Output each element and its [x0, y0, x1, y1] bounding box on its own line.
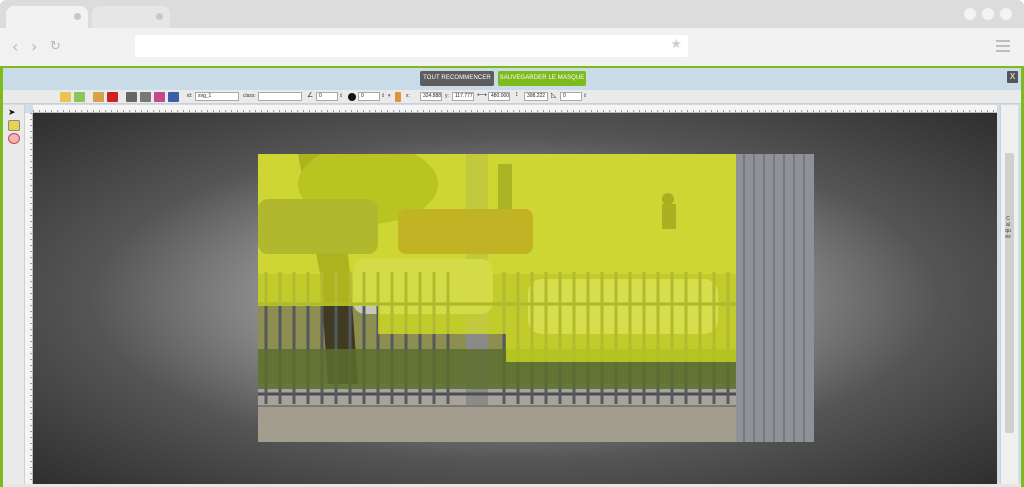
x-input[interactable]: 324.888 [420, 92, 442, 101]
y-label: y: [445, 93, 449, 99]
opacity-icon [395, 92, 401, 102]
browser-chrome: ‹ › ↻ ★ [0, 0, 1024, 66]
window-minimize-icon[interactable] [964, 8, 976, 20]
corner-icon: ◺ [551, 92, 557, 99]
back-icon[interactable]: ‹ [12, 37, 18, 57]
angle-icon: ∠ [307, 92, 314, 99]
browser-tab-active[interactable] [6, 6, 88, 28]
blur-icon [348, 93, 356, 101]
save-mask-button[interactable]: SAUVEGARDER LE MASQUE [498, 71, 586, 86]
editor-topbar: TOUT RECOMMENCER SAUVEGARDER LE MASQUE X [3, 68, 1021, 90]
width-input[interactable]: 480.000 [488, 92, 510, 101]
ellipse-tool-icon[interactable] [8, 133, 20, 144]
bring-front-icon[interactable] [154, 92, 165, 102]
window-controls [964, 8, 1012, 20]
undo-icon[interactable] [60, 92, 71, 102]
window-maximize-icon[interactable] [982, 8, 994, 20]
angle-spinner[interactable]: ⇕ [339, 93, 343, 99]
send-back-icon[interactable] [168, 92, 179, 102]
select-tool-icon[interactable]: ➤ [8, 107, 20, 118]
clone-icon[interactable] [93, 92, 104, 102]
left-toolbox: ➤ [3, 105, 25, 484]
y-input[interactable]: 117.777 [452, 92, 474, 101]
window-close-icon[interactable] [1000, 8, 1012, 20]
angle-input[interactable]: 0 [316, 92, 338, 101]
blur-spinner[interactable]: ⇕ [381, 93, 385, 99]
tab-close-icon[interactable] [156, 13, 163, 20]
move-icon[interactable] [140, 92, 151, 102]
canvas-workarea[interactable] [33, 113, 997, 484]
rect-tool-icon[interactable] [8, 120, 20, 131]
mask-editor: TOUT RECOMMENCER SAUVEGARDER LE MASQUE X… [0, 66, 1024, 487]
blur-input[interactable]: 0 [358, 92, 380, 101]
svg-edit-toolbar: id: svg_1 class: ∠ 0 ⇕ 0 ⇕ ▾ x: 324.888 … [3, 90, 1021, 104]
reset-button[interactable]: TOUT RECOMMENCER [420, 71, 494, 86]
menu-icon[interactable] [996, 40, 1010, 55]
corner-input[interactable]: 0 [560, 92, 582, 101]
horizontal-ruler [33, 105, 997, 113]
id-label: id: [187, 93, 193, 99]
class-label: class: [243, 93, 256, 99]
width-icon: ⟷ [477, 92, 488, 99]
layers-scrollbar[interactable] [1000, 105, 1018, 484]
class-input[interactable] [258, 92, 302, 101]
redo-icon[interactable] [74, 92, 85, 102]
blur-dropdown[interactable]: ▾ [388, 93, 391, 99]
layers-panel-label[interactable]: Calques [1005, 216, 1011, 240]
address-bar[interactable]: ★ [135, 35, 688, 57]
corner-spinner[interactable]: ⇕ [583, 93, 587, 99]
x-label: x: [406, 93, 410, 99]
close-icon[interactable]: X [1007, 71, 1018, 83]
photo-with-mask [258, 154, 814, 442]
browser-navbar: ‹ › ↻ ★ [0, 28, 1024, 66]
browser-tab[interactable] [92, 6, 170, 28]
delete-icon[interactable] [107, 92, 118, 102]
align-icon[interactable] [126, 92, 137, 102]
scrollbar-thumb[interactable] [1005, 153, 1014, 433]
height-input[interactable]: 398.222 [524, 92, 548, 101]
mask-canvas-photo[interactable] [258, 154, 814, 442]
id-input[interactable]: svg_1 [195, 92, 239, 101]
star-icon[interactable]: ★ [670, 37, 682, 52]
forward-icon[interactable]: › [31, 37, 37, 57]
vertical-ruler [25, 113, 33, 484]
height-icon: ↕ [515, 91, 519, 98]
tab-close-icon[interactable] [74, 13, 81, 20]
reload-icon[interactable]: ↻ [50, 37, 61, 57]
